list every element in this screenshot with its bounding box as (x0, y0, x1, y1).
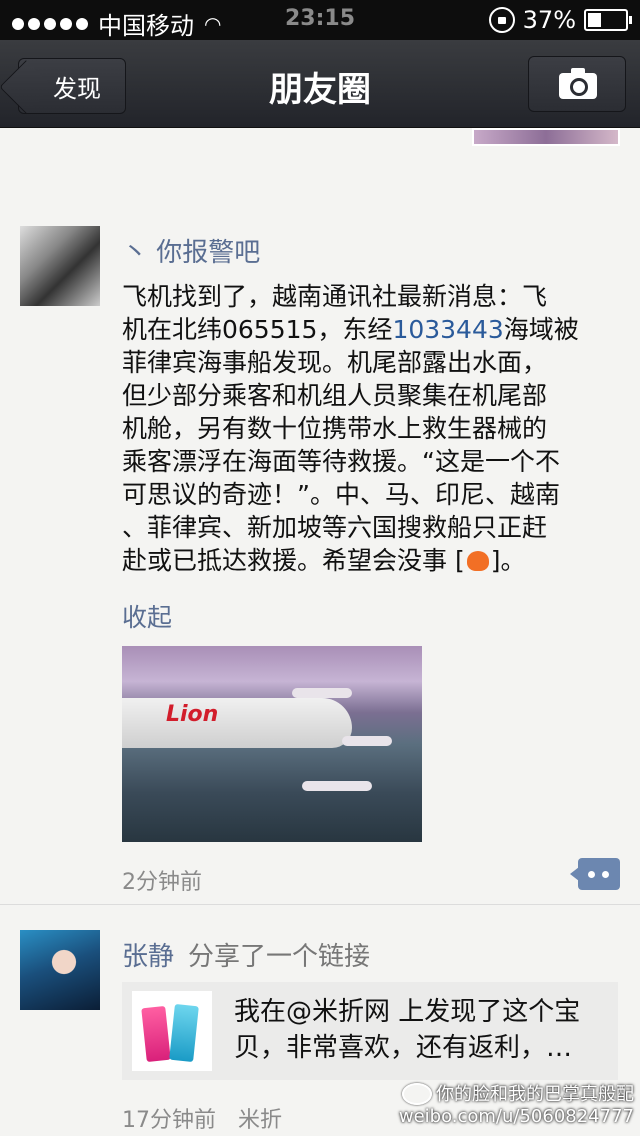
post-text: 飞机找到了，越南通讯社最新消息：飞 机在北纬065515，东经1033443海域… (122, 280, 612, 577)
post-text-segment: 机在北纬065515，东经 (122, 315, 393, 344)
post-text-line: 可思议的奇迹！”。中、马、印尼、越南 (122, 480, 560, 509)
post-text-segment: ]。 (490, 546, 526, 575)
post-text-line: 机舱，另有数十位携带水上救生器械的 (122, 414, 548, 443)
airplane-fuselage (122, 698, 352, 748)
battery-percent: 37% (522, 6, 576, 34)
post-text-line: 机在北纬065515，东经1033443海域被 (122, 313, 612, 346)
number-link[interactable]: 1033443 (392, 315, 503, 344)
post-text-line: 乘客漂浮在海面等待救援。“这是一个不 (122, 447, 560, 476)
link-thumbnail (132, 991, 212, 1071)
weibo-logo-icon (402, 1083, 432, 1105)
watermark-name: 你的脸和我的巴掌真般配 (436, 1084, 634, 1105)
navigation-bar: 发现 朋友圈 (0, 40, 640, 128)
status-bar: 中国移动 ◠ 23:15 37% (0, 0, 640, 40)
shared-link-card[interactable]: 我在@米折网 上发现了这个宝贝，非常喜欢，还有返利，… (122, 982, 618, 1080)
post-text-line: 赴或已抵达救援。希望会没事 [ ]。 (122, 544, 612, 577)
post-header: 张静 分享了一个链接 (122, 936, 370, 973)
heart-emoji-icon (466, 551, 489, 571)
lifeboat (292, 688, 352, 698)
airline-logo: Lion (166, 702, 219, 727)
comment-button[interactable] (570, 858, 620, 890)
post-meta: 17分钟前 米折 (122, 1102, 282, 1134)
post-text-segment: 赴或已抵达救援。希望会没事 [ (122, 546, 465, 575)
weibo-watermark: 你的脸和我的巴掌真般配 weibo.com/u/5060824777 (399, 1083, 634, 1128)
lifeboat (342, 736, 392, 746)
camera-button[interactable] (528, 56, 626, 112)
post-source[interactable]: 米折 (238, 1108, 282, 1133)
link-text: 我在@米折网 上发现了这个宝贝，非常喜欢，还有返利，… (234, 997, 581, 1063)
post-time: 2分钟前 (122, 870, 202, 895)
watermark-url: weibo.com/u/5060824777 (398, 1106, 634, 1127)
battery-icon (584, 9, 632, 31)
post-time: 17分钟前 (122, 1108, 216, 1133)
post-photo[interactable]: Lion (122, 646, 422, 842)
post-divider (0, 904, 640, 905)
avatar[interactable] (20, 226, 100, 306)
post-username[interactable]: 张静 (122, 942, 174, 972)
rotation-lock-icon (488, 7, 515, 33)
post-text-line: 、菲律宾、新加坡等六国搜救船只正赶 (122, 513, 548, 542)
post-text-segment: 海域被 (503, 315, 579, 344)
lifeboat (302, 781, 372, 791)
post-text-line: 飞机找到了，越南通讯社最新消息：飞 (122, 282, 548, 311)
previous-post-image[interactable] (472, 128, 620, 146)
post-text-line: 但少部分乘客和机组人员聚集在机尾部 (122, 381, 548, 410)
avatar[interactable] (20, 930, 100, 1010)
post-action: 分享了一个链接 (188, 942, 371, 972)
post-username[interactable]: 丶 你报警吧 (122, 232, 260, 269)
post-text-line: 菲律宾海事船发现。机尾部露出水面， (122, 348, 548, 377)
camera-icon (559, 68, 597, 99)
collapse-link[interactable]: 收起 (122, 598, 172, 634)
